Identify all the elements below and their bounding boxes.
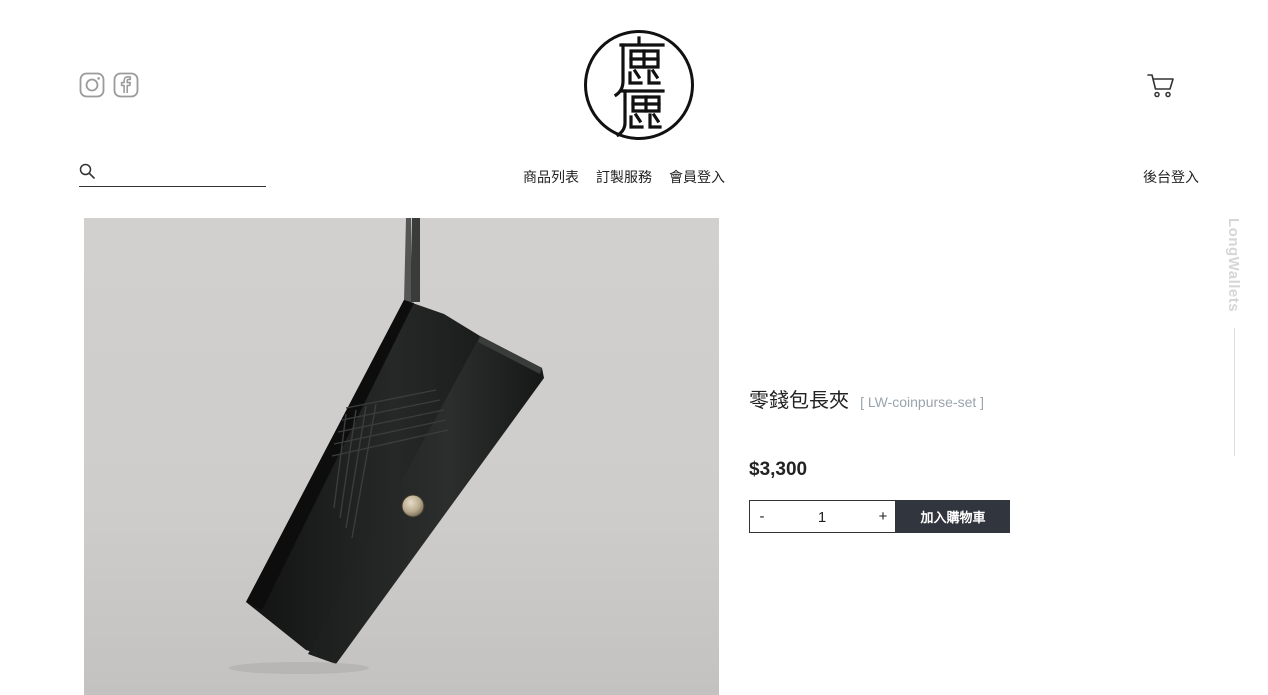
side-divider (1234, 328, 1235, 456)
quantity-stepper: - + (749, 500, 896, 533)
search-input[interactable] (101, 160, 264, 185)
facebook-icon[interactable] (113, 72, 139, 98)
search-bar (79, 160, 266, 187)
social-links (79, 72, 139, 98)
main-nav: 商品列表 訂製服務 會員登入 (523, 167, 725, 187)
add-to-cart-button[interactable]: 加入購物車 (896, 500, 1010, 533)
admin-login-link[interactable]: 後台登入 (1143, 167, 1199, 187)
increase-quantity-button[interactable]: + (873, 507, 893, 527)
quantity-input[interactable] (776, 506, 868, 528)
nav-item-products[interactable]: 商品列表 (523, 167, 579, 187)
instagram-icon[interactable] (79, 72, 105, 98)
nav-item-custom-service[interactable]: 訂製服務 (596, 167, 652, 187)
product-sku: [ LW-coinpurse-set ] (860, 394, 985, 410)
product-title-row: 零錢包長夾 [ LW-coinpurse-set ] (749, 384, 984, 413)
product-image (84, 218, 719, 695)
product-price: $3,300 (749, 459, 808, 480)
category-side-label: LongWallets (1225, 218, 1242, 313)
product-name: 零錢包長夾 (749, 388, 849, 412)
brand-logo[interactable] (583, 29, 695, 141)
search-icon[interactable] (79, 163, 95, 179)
cart-icon[interactable] (1146, 70, 1176, 100)
nav-item-member-login[interactable]: 會員登入 (669, 167, 725, 187)
decrease-quantity-button[interactable]: - (752, 507, 772, 527)
